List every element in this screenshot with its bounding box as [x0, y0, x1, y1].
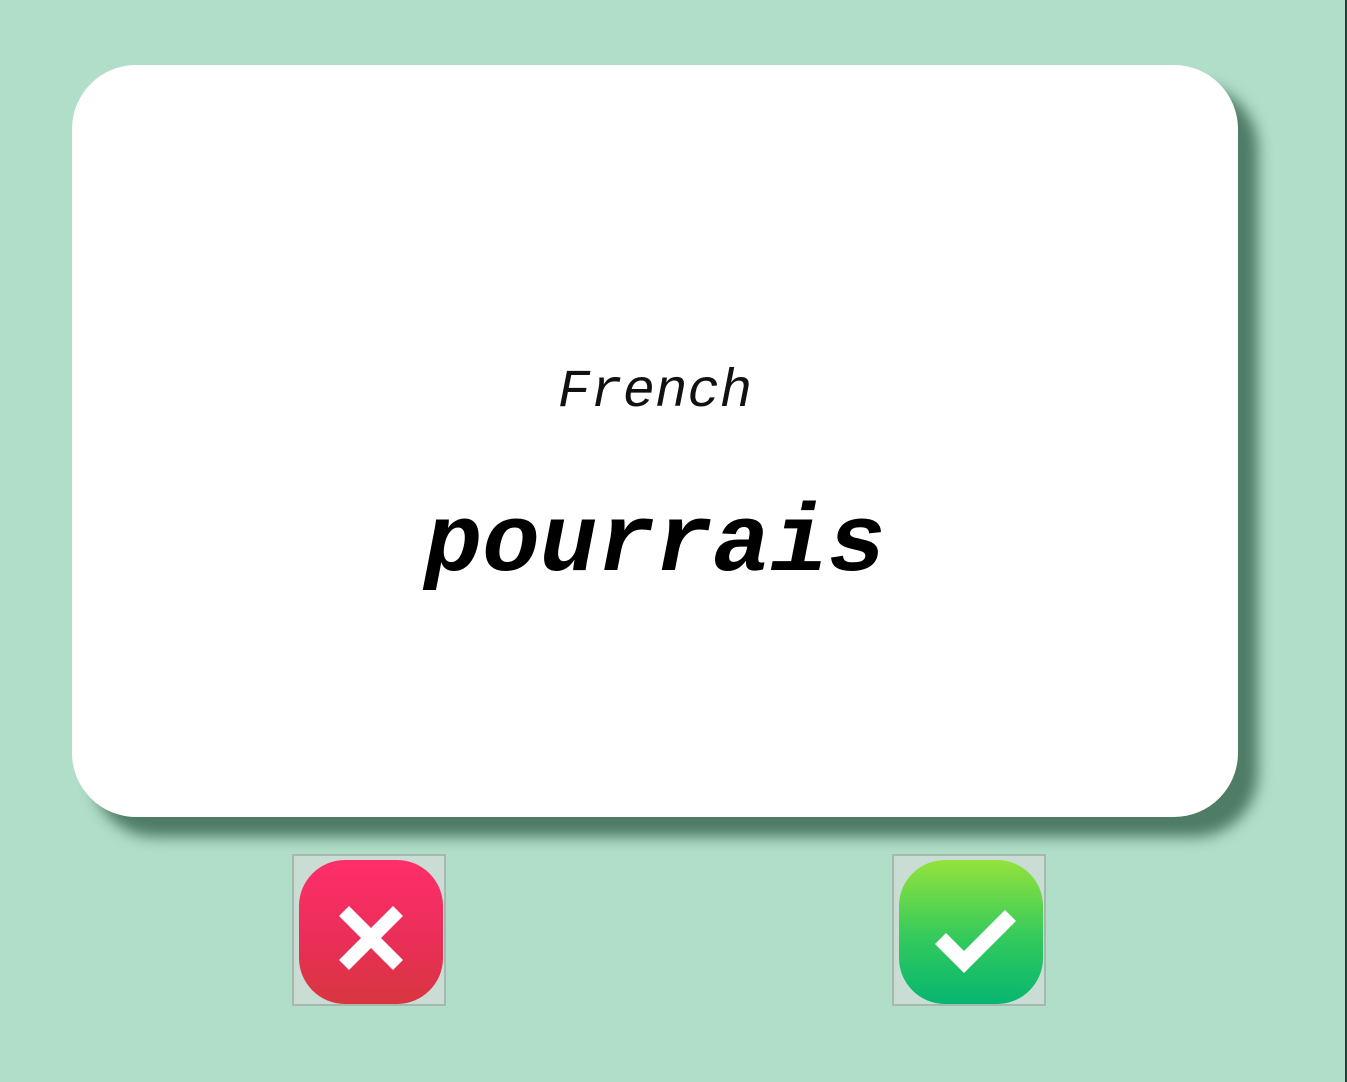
flashcard[interactable]: French pourrais [72, 65, 1238, 817]
card-language-label: French [557, 362, 753, 423]
check-icon [899, 860, 1043, 1004]
card-word: pourrais [424, 490, 886, 599]
wrong-answer-button[interactable] [292, 854, 446, 1006]
close-icon [299, 860, 443, 1004]
correct-answer-button[interactable] [892, 854, 1046, 1006]
